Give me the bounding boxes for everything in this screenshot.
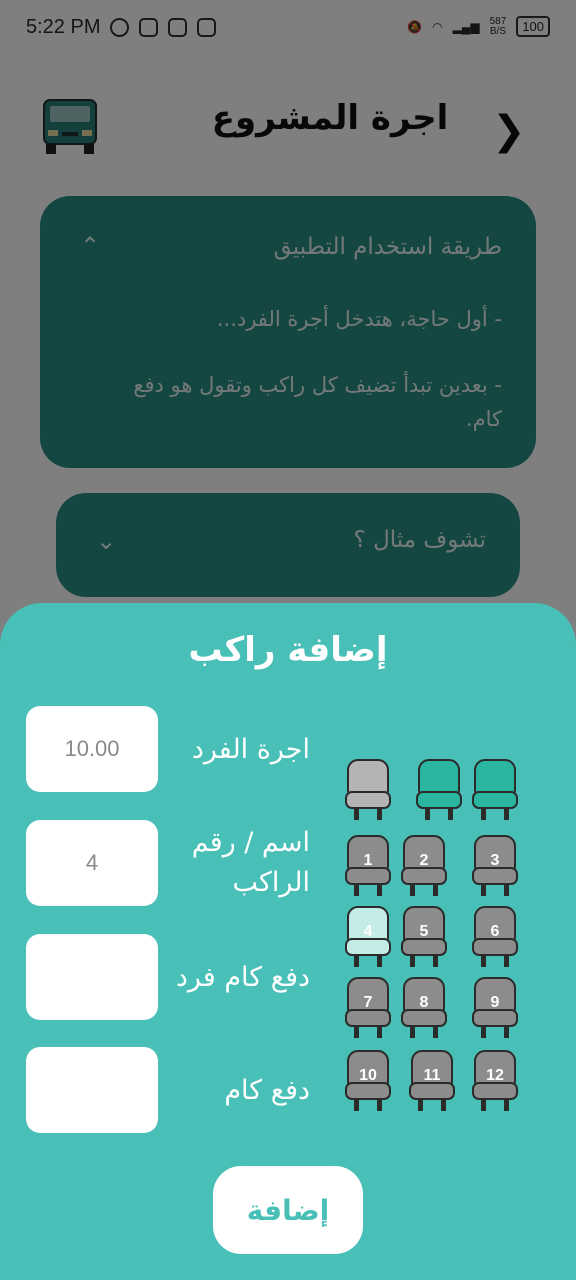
seat-icon [472,759,518,820]
fare-label: اجرة الفرد [191,734,310,765]
seat[interactable] [344,758,392,822]
seat[interactable]: 10 [344,1049,392,1113]
seat[interactable]: 11 [408,1049,456,1113]
sheet-title: إضافة راكب [188,630,388,670]
seat-number: 11 [423,1067,441,1084]
add-button[interactable]: إضافة [213,1166,363,1254]
amount-paid-label: دفع كام [224,1075,310,1106]
seat[interactable]: 12 [471,1049,519,1113]
fare-input[interactable]: 10.00 [26,706,158,792]
amount-paid-input[interactable] [26,1047,158,1133]
seat-number: 8 [419,994,429,1011]
persons-paid-label: دفع كام فرد [175,962,310,993]
seat[interactable]: 2 [400,834,448,898]
seat-icon [345,759,391,820]
passenger-id-input[interactable]: 4 [26,820,158,906]
seat-number: 7 [363,994,373,1011]
seat-number: 10 [359,1067,377,1084]
seat-number: 12 [486,1067,504,1084]
seat[interactable] [415,758,463,822]
persons-paid-input[interactable] [26,934,158,1020]
seat-number: 3 [490,852,500,869]
seat[interactable]: 6 [471,905,519,969]
seat[interactable]: 3 [471,834,519,898]
seat-number: 4 [363,923,373,940]
seat-number: 2 [419,852,429,869]
seat[interactable]: 1 [344,834,392,898]
seat[interactable]: 7 [344,976,392,1040]
seat[interactable]: 5 [400,905,448,969]
seat-icon [416,759,462,820]
seat-number: 9 [490,994,500,1011]
passenger-id-label: اسم / رقم الراكب [191,827,310,898]
seat-number: 6 [490,923,500,940]
seat[interactable]: 8 [400,976,448,1040]
seat-number: 1 [363,852,373,869]
seat[interactable]: 9 [471,976,519,1040]
seat[interactable]: 4 [344,905,392,969]
seat[interactable] [471,758,519,822]
seat-number: 5 [419,923,429,940]
